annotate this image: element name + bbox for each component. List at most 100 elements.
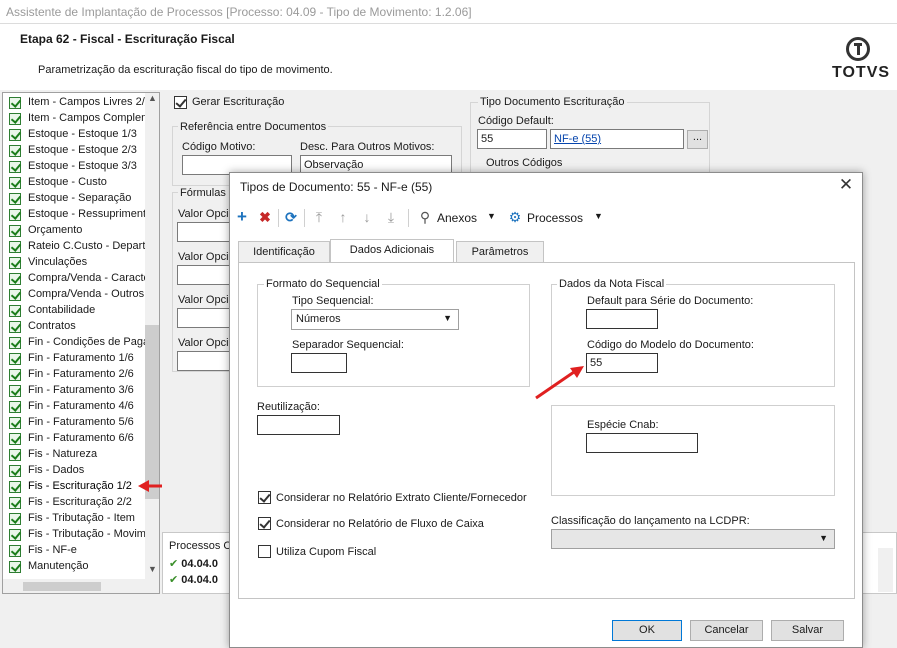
chevron-down-icon[interactable]: ▼ <box>487 211 496 221</box>
gerar-escrituracao-checkbox[interactable] <box>174 96 187 109</box>
tree-item[interactable]: Fin - Faturamento 3/6 <box>9 383 149 399</box>
tree-item[interactable]: Estoque - Separação <box>9 191 149 207</box>
tree-item[interactable]: Estoque - Estoque 3/3 <box>9 159 149 175</box>
tree-item[interactable]: Fis - Natureza <box>9 447 149 463</box>
anexos-menu[interactable]: Anexos <box>437 211 477 225</box>
codigo-default-lookup-button[interactable]: ... <box>687 130 708 149</box>
tree-hscroll-thumb[interactable] <box>23 582 101 591</box>
refresh-icon[interactable]: ⟳ <box>283 209 299 225</box>
tree-item[interactable]: Contabilidade <box>9 303 149 319</box>
nfe-link[interactable]: NF-e (55) <box>554 133 601 145</box>
tree-item-label: Compra/Venda - Outros <box>28 288 145 300</box>
valor-opcional-input-1[interactable] <box>177 222 232 242</box>
paperclip-icon[interactable]: ⚲ <box>417 209 433 225</box>
tree-item[interactable]: Fin - Faturamento 4/6 <box>9 399 149 415</box>
tree-item[interactable]: Item - Campos Complem <box>9 111 149 127</box>
toolbar-separator <box>408 209 409 227</box>
scroll-up-icon[interactable]: ▲ <box>145 93 159 107</box>
tree-item[interactable]: Compra/Venda - Caracte <box>9 271 149 287</box>
dados-adicionais-panel: Formato do Sequencial Tipo Sequencial: N… <box>238 262 855 599</box>
ok-button[interactable]: OK <box>612 620 682 641</box>
valor-opcional-label-4: Valor Opcio <box>178 337 235 349</box>
extrato-checkbox[interactable] <box>258 491 271 504</box>
tree-item[interactable]: Fis - Tributação - Movim <box>9 527 149 543</box>
steps-tree[interactable]: Item - Campos Livres 2/Item - Campos Com… <box>2 92 160 594</box>
processos-menu[interactable]: Processos <box>527 211 583 225</box>
check-icon <box>9 401 21 413</box>
scroll-down-icon[interactable]: ▼ <box>145 564 159 578</box>
tree-item-label: Orçamento <box>28 224 83 236</box>
tree-item-label: Fin - Faturamento 6/6 <box>28 432 134 444</box>
extrato-label: Considerar no Relatório Extrato Cliente/… <box>276 492 527 504</box>
tree-item[interactable]: Fis - NF-e <box>9 543 149 559</box>
tree-item[interactable]: Manutenção <box>9 559 149 575</box>
processo-row-1[interactable]: ✔ 04.04.0 <box>169 557 218 570</box>
tipo-sequencial-value: Números <box>296 313 341 325</box>
tree-item[interactable]: Vinculações <box>9 255 149 271</box>
add-icon[interactable]: + <box>234 208 250 225</box>
chevron-down-icon[interactable]: ▼ <box>594 211 603 221</box>
tree-item-label: Estoque - Estoque 1/3 <box>28 128 137 140</box>
tree-item[interactable]: Compra/Venda - Outros <box>9 287 149 303</box>
step-description: Parametrização da escrituração fiscal do… <box>38 64 333 76</box>
previous-record-icon[interactable]: ↑ <box>335 209 351 225</box>
tree-item[interactable]: Estoque - Ressupriment <box>9 207 149 223</box>
tree-item[interactable]: Estoque - Custo <box>9 175 149 191</box>
tree-item[interactable]: Orçamento <box>9 223 149 239</box>
tipos-documento-dialog: Tipos de Documento: 55 - NF-e (55) ✕ + ✖… <box>229 172 863 648</box>
check-icon <box>9 529 21 541</box>
check-icon <box>9 561 21 573</box>
especie-cnab-input[interactable] <box>586 433 698 453</box>
tree-scroll-thumb[interactable] <box>145 325 159 499</box>
delete-icon[interactable]: ✖ <box>257 209 273 225</box>
valor-opcional-label-3: Valor Opcio <box>178 294 235 306</box>
last-record-icon[interactable]: ⤓ <box>383 209 399 225</box>
processos-scrollbar[interactable] <box>878 548 893 592</box>
valor-opcional-input-3[interactable] <box>177 308 232 328</box>
save-button[interactable]: Salvar <box>771 620 844 641</box>
next-record-icon[interactable]: ↓ <box>359 209 375 225</box>
cupom-fiscal-checkbox[interactable] <box>258 545 271 558</box>
default-serie-input[interactable] <box>586 309 658 329</box>
valor-opcional-input-4[interactable] <box>177 351 232 371</box>
tree-item[interactable]: Rateio C.Custo - Depart <box>9 239 149 255</box>
check-icon <box>9 257 21 269</box>
lcdpr-select[interactable]: ▼ <box>551 529 835 549</box>
check-icon <box>9 129 21 141</box>
tree-item[interactable]: Fin - Condições de Paga <box>9 335 149 351</box>
tree-item[interactable]: Fin - Faturamento 1/6 <box>9 351 149 367</box>
valor-opcional-input-2[interactable] <box>177 265 232 285</box>
tree-item[interactable]: Fis - Tributação - Item <box>9 511 149 527</box>
tree-item[interactable]: Estoque - Estoque 2/3 <box>9 143 149 159</box>
tree-item[interactable]: Estoque - Estoque 1/3 <box>9 127 149 143</box>
processo-row-2[interactable]: ✔ 04.04.0 <box>169 573 218 586</box>
tree-item[interactable]: Fin - Faturamento 2/6 <box>9 367 149 383</box>
default-serie-label: Default para Série do Documento: <box>587 295 754 307</box>
tree-item[interactable]: Fis - Dados <box>9 463 149 479</box>
tab-identificacao[interactable]: Identificação <box>238 241 330 263</box>
tab-parametros[interactable]: Parâmetros <box>456 241 544 263</box>
reutilizacao-input[interactable] <box>257 415 340 435</box>
codigo-modelo-input[interactable]: 55 <box>586 353 658 373</box>
first-record-icon[interactable]: ⤒ <box>311 209 327 225</box>
close-icon[interactable]: ✕ <box>836 175 856 195</box>
codigo-default-input[interactable]: 55 <box>477 129 547 149</box>
fluxo-caixa-checkbox[interactable] <box>258 517 271 530</box>
processos-label: Processos Co <box>169 540 238 552</box>
separador-sequencial-input[interactable] <box>291 353 347 373</box>
tree-item-label: Estoque - Custo <box>28 176 107 188</box>
gear-icon[interactable]: ⚙ <box>507 209 523 225</box>
tree-item[interactable]: Fis - Escrituração 1/2 <box>9 479 149 495</box>
tree-item-label: Item - Campos Livres 2/ <box>28 96 145 108</box>
tree-item[interactable]: Contratos <box>9 319 149 335</box>
tree-item[interactable]: Fin - Faturamento 5/6 <box>9 415 149 431</box>
dialog-toolbar: + ✖ ⟳ ⤒ ↑ ↓ ⤓ ⚲ Anexos ▼ ⚙ Processos ▼ <box>230 203 862 233</box>
chevron-down-icon: ▼ <box>819 533 828 543</box>
tree-item[interactable]: Fis - Escrituração 2/2 <box>9 495 149 511</box>
tipo-sequencial-select[interactable]: Números ▼ <box>291 309 459 330</box>
tab-dados-adicionais[interactable]: Dados Adicionais <box>330 239 454 262</box>
tree-item[interactable]: Fin - Faturamento 6/6 <box>9 431 149 447</box>
tree-item[interactable]: Item - Campos Livres 2/ <box>9 95 149 111</box>
cancel-button[interactable]: Cancelar <box>690 620 763 641</box>
chevron-down-icon: ▼ <box>443 313 452 323</box>
